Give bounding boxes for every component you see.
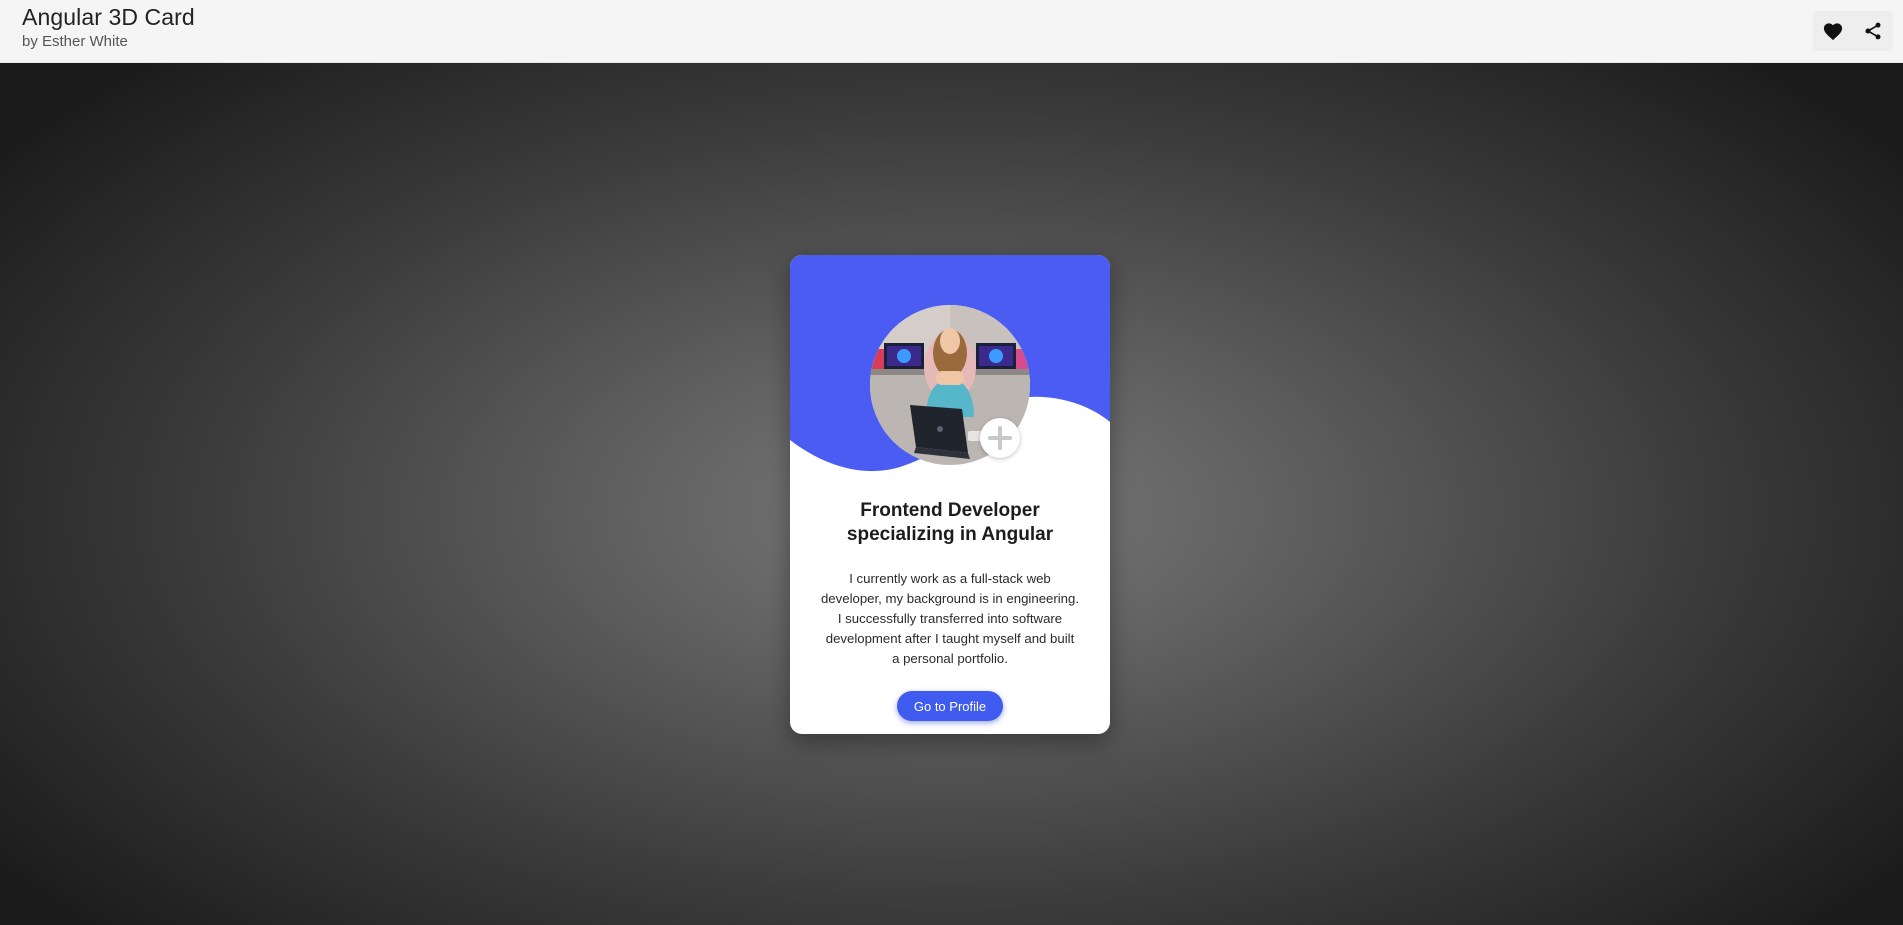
bio-line: I currently work as a full-stack web — [849, 571, 1051, 586]
card-bio: I currently work as a full-stack web dev… — [812, 569, 1088, 669]
bio-line: development after I taught myself and bu… — [825, 631, 1075, 646]
like-button[interactable] — [1813, 11, 1853, 51]
bio-line: developer, my background is in engineeri… — [820, 591, 1080, 606]
top-bar: Angular 3D Card by Esther White — [0, 0, 1903, 63]
header-actions — [1813, 11, 1893, 51]
share-icon — [1865, 22, 1881, 40]
headline-line-2: specializing in Angular — [846, 524, 1054, 545]
profile-card[interactable]: Frontend Developer specializing in Angul… — [790, 255, 1110, 734]
heart-icon — [1823, 23, 1843, 41]
add-connection-button[interactable] — [980, 418, 1020, 458]
bio-line: a personal portfolio. — [892, 651, 1008, 666]
card-stage: Frontend Developer specializing in Angul… — [0, 63, 1903, 925]
go-to-profile-button[interactable]: Go to Profile — [897, 691, 1003, 721]
bio-line: I successfully transferred into software — [837, 611, 1063, 626]
card-headline: Frontend Developer specializing in Angul… — [810, 499, 1090, 547]
plus-icon — [988, 426, 1012, 450]
headline-line-1: Frontend Developer — [860, 500, 1040, 521]
page-title: Angular 3D Card — [22, 4, 195, 30]
author-byline[interactable]: by Esther White — [22, 33, 128, 50]
share-button[interactable] — [1853, 11, 1893, 51]
